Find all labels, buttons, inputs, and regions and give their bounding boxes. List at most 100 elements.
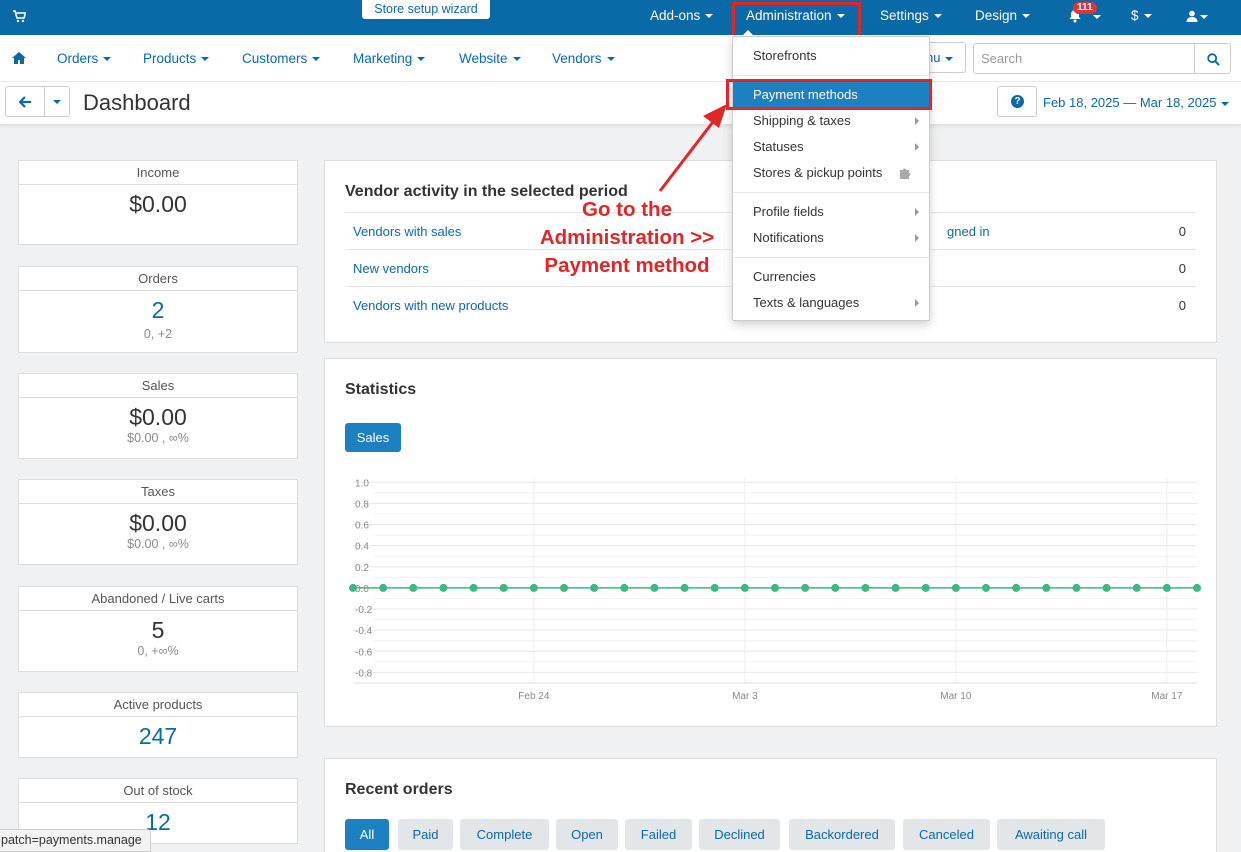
search-input[interactable] [973, 43, 1195, 74]
chart-data-point [740, 583, 749, 592]
page-title: Dashboard [83, 90, 191, 115]
chart-data-point [439, 583, 448, 592]
nav-website[interactable]: Website [459, 51, 521, 66]
menu-item-stores-pickup-points[interactable]: Stores & pickup points [733, 160, 929, 186]
stat-value-link[interactable]: 247 [19, 723, 297, 750]
chart-data-point [831, 583, 840, 592]
row-value: 0 [1178, 224, 1186, 239]
stat-label: Abandoned / Live carts [19, 587, 297, 611]
chart-data-point [801, 583, 810, 592]
topnav-settings[interactable]: Settings [880, 8, 942, 23]
chart-y-tick-label: 0.0 [355, 584, 369, 595]
notifications-caret[interactable] [1093, 9, 1101, 24]
menu-item-profile-fields[interactable]: Profile fields [733, 199, 929, 225]
statistics-chart: 1.0 0.8 0.6 0.4 0.2 0.0 -0.2 -0.4 -0.6 -0.8 Feb 24… [349, 477, 1201, 702]
row-value: 0 [1178, 261, 1186, 276]
nav-orders[interactable]: Orders [57, 51, 112, 66]
menu-item-storefronts[interactable]: Storefronts [733, 43, 929, 69]
recent-orders-panel: Recent orders All Paid Complete Open Fai… [324, 758, 1217, 852]
submenu-arrow-icon [915, 143, 919, 151]
main-nav: Orders Products Customers Marketing Webs… [0, 35, 1241, 82]
filter-awaiting-call[interactable]: Awaiting call [997, 819, 1105, 850]
chart-data-point [982, 583, 990, 592]
date-range-picker[interactable]: Feb 18, 2025 — Mar 18, 2025 [1043, 95, 1230, 110]
filter-backordered[interactable]: Backordered [789, 819, 895, 850]
store-setup-wizard-button[interactable]: Store setup wizard [362, 0, 490, 19]
stat-label: Orders [19, 267, 297, 291]
topnav-design[interactable]: Design [975, 8, 1031, 23]
vendors-with-sales-link[interactable]: Vendors with sales [353, 224, 461, 239]
chart-data-point [590, 583, 599, 592]
stat-card-active-products: Active products 247 [18, 692, 298, 758]
chart-x-tick-label: Mar 17 [1151, 691, 1183, 702]
submenu-arrow-icon [915, 208, 919, 216]
user-icon[interactable] [1186, 10, 1198, 22]
chart-x-tick-label: Feb 24 [518, 691, 550, 702]
stat-value-link[interactable]: 2 [19, 297, 297, 324]
chart-y-tick-label: 0.2 [355, 563, 369, 574]
chart-data-point [891, 583, 900, 592]
filter-all[interactable]: All [345, 819, 389, 850]
help-button[interactable]: ? [997, 86, 1037, 117]
submenu-arrow-icon [915, 234, 919, 242]
chart-data-point [620, 583, 629, 592]
chart-y-tick-label: 0.8 [355, 499, 369, 510]
puzzle-icon [900, 168, 911, 179]
filter-declined[interactable]: Declined [699, 819, 780, 850]
chart-y-tick-label: 0.6 [355, 521, 369, 532]
menu-divider [733, 75, 929, 76]
vendors-with-new-products-link[interactable]: Vendors with new products [353, 298, 508, 313]
menu-item-shipping-taxes[interactable]: Shipping & taxes [733, 108, 929, 134]
nav-customers[interactable]: Customers [242, 51, 321, 66]
menu-item-notifications[interactable]: Notifications [733, 225, 929, 251]
topnav-addons[interactable]: Add-ons [650, 8, 714, 23]
chart-y-tick-label: -0.8 [355, 668, 373, 679]
stat-label: Taxes [19, 480, 297, 504]
nav-products[interactable]: Products [143, 51, 210, 66]
cart-icon[interactable] [12, 9, 26, 23]
chart-data-point [861, 583, 870, 592]
chart-y-tick-label: -0.4 [355, 626, 373, 637]
arrow-left-icon [19, 96, 31, 108]
statistics-panel: Statistics Sales 1.0 0.8 0.6 0.4 0.2 0.0 -0.2-… [324, 358, 1217, 727]
stat-card-taxes: Taxes $0.00 $0.00 , ∞% [18, 479, 298, 565]
panel-title: Recent orders [345, 781, 453, 798]
nav-vendors[interactable]: Vendors [552, 51, 615, 66]
chart-y-tick-label: 0.4 [355, 542, 369, 553]
submenu-arrow-icon [915, 299, 919, 307]
menu-item-statuses[interactable]: Statuses [733, 134, 929, 160]
stat-card-income: Income $0.00 [18, 160, 298, 245]
chart-data-point [680, 583, 689, 592]
chart-data-point [1042, 583, 1051, 592]
question-icon: ? [1011, 95, 1024, 108]
stat-value: $0.00 [129, 404, 187, 430]
filter-canceled[interactable]: Canceled [903, 819, 990, 850]
filter-open[interactable]: Open [556, 819, 618, 850]
chart-data-point [529, 583, 538, 592]
chart-data-point [499, 583, 508, 592]
menu-item-currencies[interactable]: Currencies [733, 264, 929, 290]
chart-data-point [650, 583, 659, 592]
home-icon[interactable] [12, 52, 26, 64]
top-bar: Store setup wizard Add-ons Administratio… [0, 0, 1241, 35]
chart-data-point [771, 583, 779, 592]
menu-item-texts-languages[interactable]: Texts & languages [733, 290, 929, 316]
search-button[interactable] [1194, 43, 1231, 74]
filter-paid[interactable]: Paid [398, 819, 453, 850]
stat-value: $0.00 [129, 510, 187, 536]
topnav-currency[interactable]: $ [1131, 8, 1152, 23]
payment-methods-highlight-box [726, 79, 932, 110]
chart-data-point [1162, 583, 1171, 592]
new-vendors-link[interactable]: New vendors [353, 261, 429, 276]
search-icon [1207, 53, 1220, 66]
user-menu-caret[interactable] [1200, 9, 1208, 24]
history-dropdown-button[interactable] [44, 86, 70, 117]
vendors-signed-in-link[interactable]: gned in [947, 224, 990, 239]
stat-label: Active products [19, 693, 297, 717]
filter-failed[interactable]: Failed [625, 819, 692, 850]
nav-marketing[interactable]: Marketing [353, 51, 426, 66]
stat-change: $0.00 , ∞% [127, 537, 189, 551]
filter-complete[interactable]: Complete [460, 819, 549, 850]
back-button[interactable] [5, 86, 45, 117]
chart-data-point [560, 583, 568, 592]
